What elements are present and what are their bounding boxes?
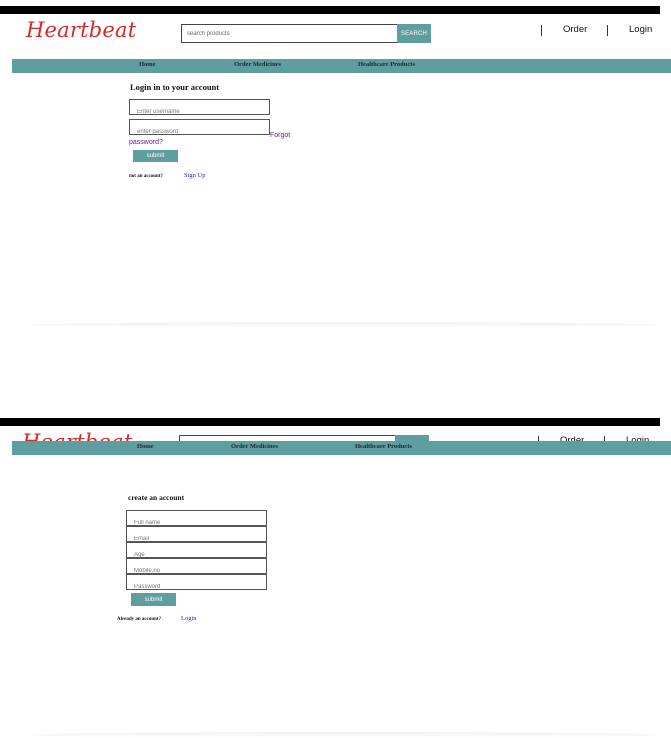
forgot-password-link-cont[interactable]: password? [129, 138, 163, 147]
password-input[interactable] [130, 125, 269, 139]
window-top-bar [0, 6, 660, 14]
header-divider [607, 25, 608, 36]
panel-bottom-edge [30, 732, 660, 738]
nav-home[interactable]: Home [139, 61, 156, 68]
nav-healthcare-products[interactable]: Healthcare Products [355, 443, 412, 450]
nav-home[interactable]: Home [137, 443, 154, 450]
forgot-password-link[interactable]: Forgot [270, 131, 290, 140]
mobile-field [126, 558, 267, 578]
nav-order-medicines[interactable]: Order Medicines [234, 61, 281, 68]
password-field [126, 574, 267, 594]
header-divider [541, 25, 542, 36]
username-field [129, 99, 270, 119]
order-link[interactable]: Order [563, 24, 587, 35]
search-box: SEARCH [181, 24, 431, 43]
panel-bottom-edge [30, 322, 660, 328]
already-account-text: Already an account? [117, 617, 162, 622]
password-input[interactable] [127, 580, 266, 594]
login-link[interactable]: Login [629, 24, 652, 35]
login-screen: Heartbeat SEARCH Order Login Home Order … [0, 6, 671, 328]
register-screen: Heartbeat SEARCH Order Login Home Order … [0, 418, 671, 738]
search-input[interactable] [182, 25, 396, 42]
login-title: Login in to your account [130, 82, 220, 92]
search-button[interactable]: SEARCH [397, 24, 431, 43]
password-field [129, 119, 270, 139]
site-logo[interactable]: Heartbeat [26, 18, 136, 42]
username-input[interactable] [130, 105, 269, 119]
fullname-field [126, 510, 267, 530]
register-submit-button[interactable]: submit [131, 593, 176, 606]
register-title: create an account [128, 493, 185, 502]
login-form-link[interactable]: Login [181, 615, 197, 622]
main-nav: Home Order Medicines Healthcare Products [12, 441, 671, 455]
email-field [126, 526, 267, 546]
login-submit-button[interactable]: submit [133, 150, 178, 162]
main-nav: Home Order Medicines Healthcare Products [12, 59, 671, 73]
nav-order-medicines[interactable]: Order Medicines [231, 443, 278, 450]
age-field [126, 542, 267, 562]
signup-link[interactable]: Sign Up [184, 172, 206, 179]
nav-healthcare-products[interactable]: Healthcare Products [358, 61, 415, 68]
window-top-bar [0, 418, 660, 426]
no-account-text: not an account? [129, 174, 163, 179]
